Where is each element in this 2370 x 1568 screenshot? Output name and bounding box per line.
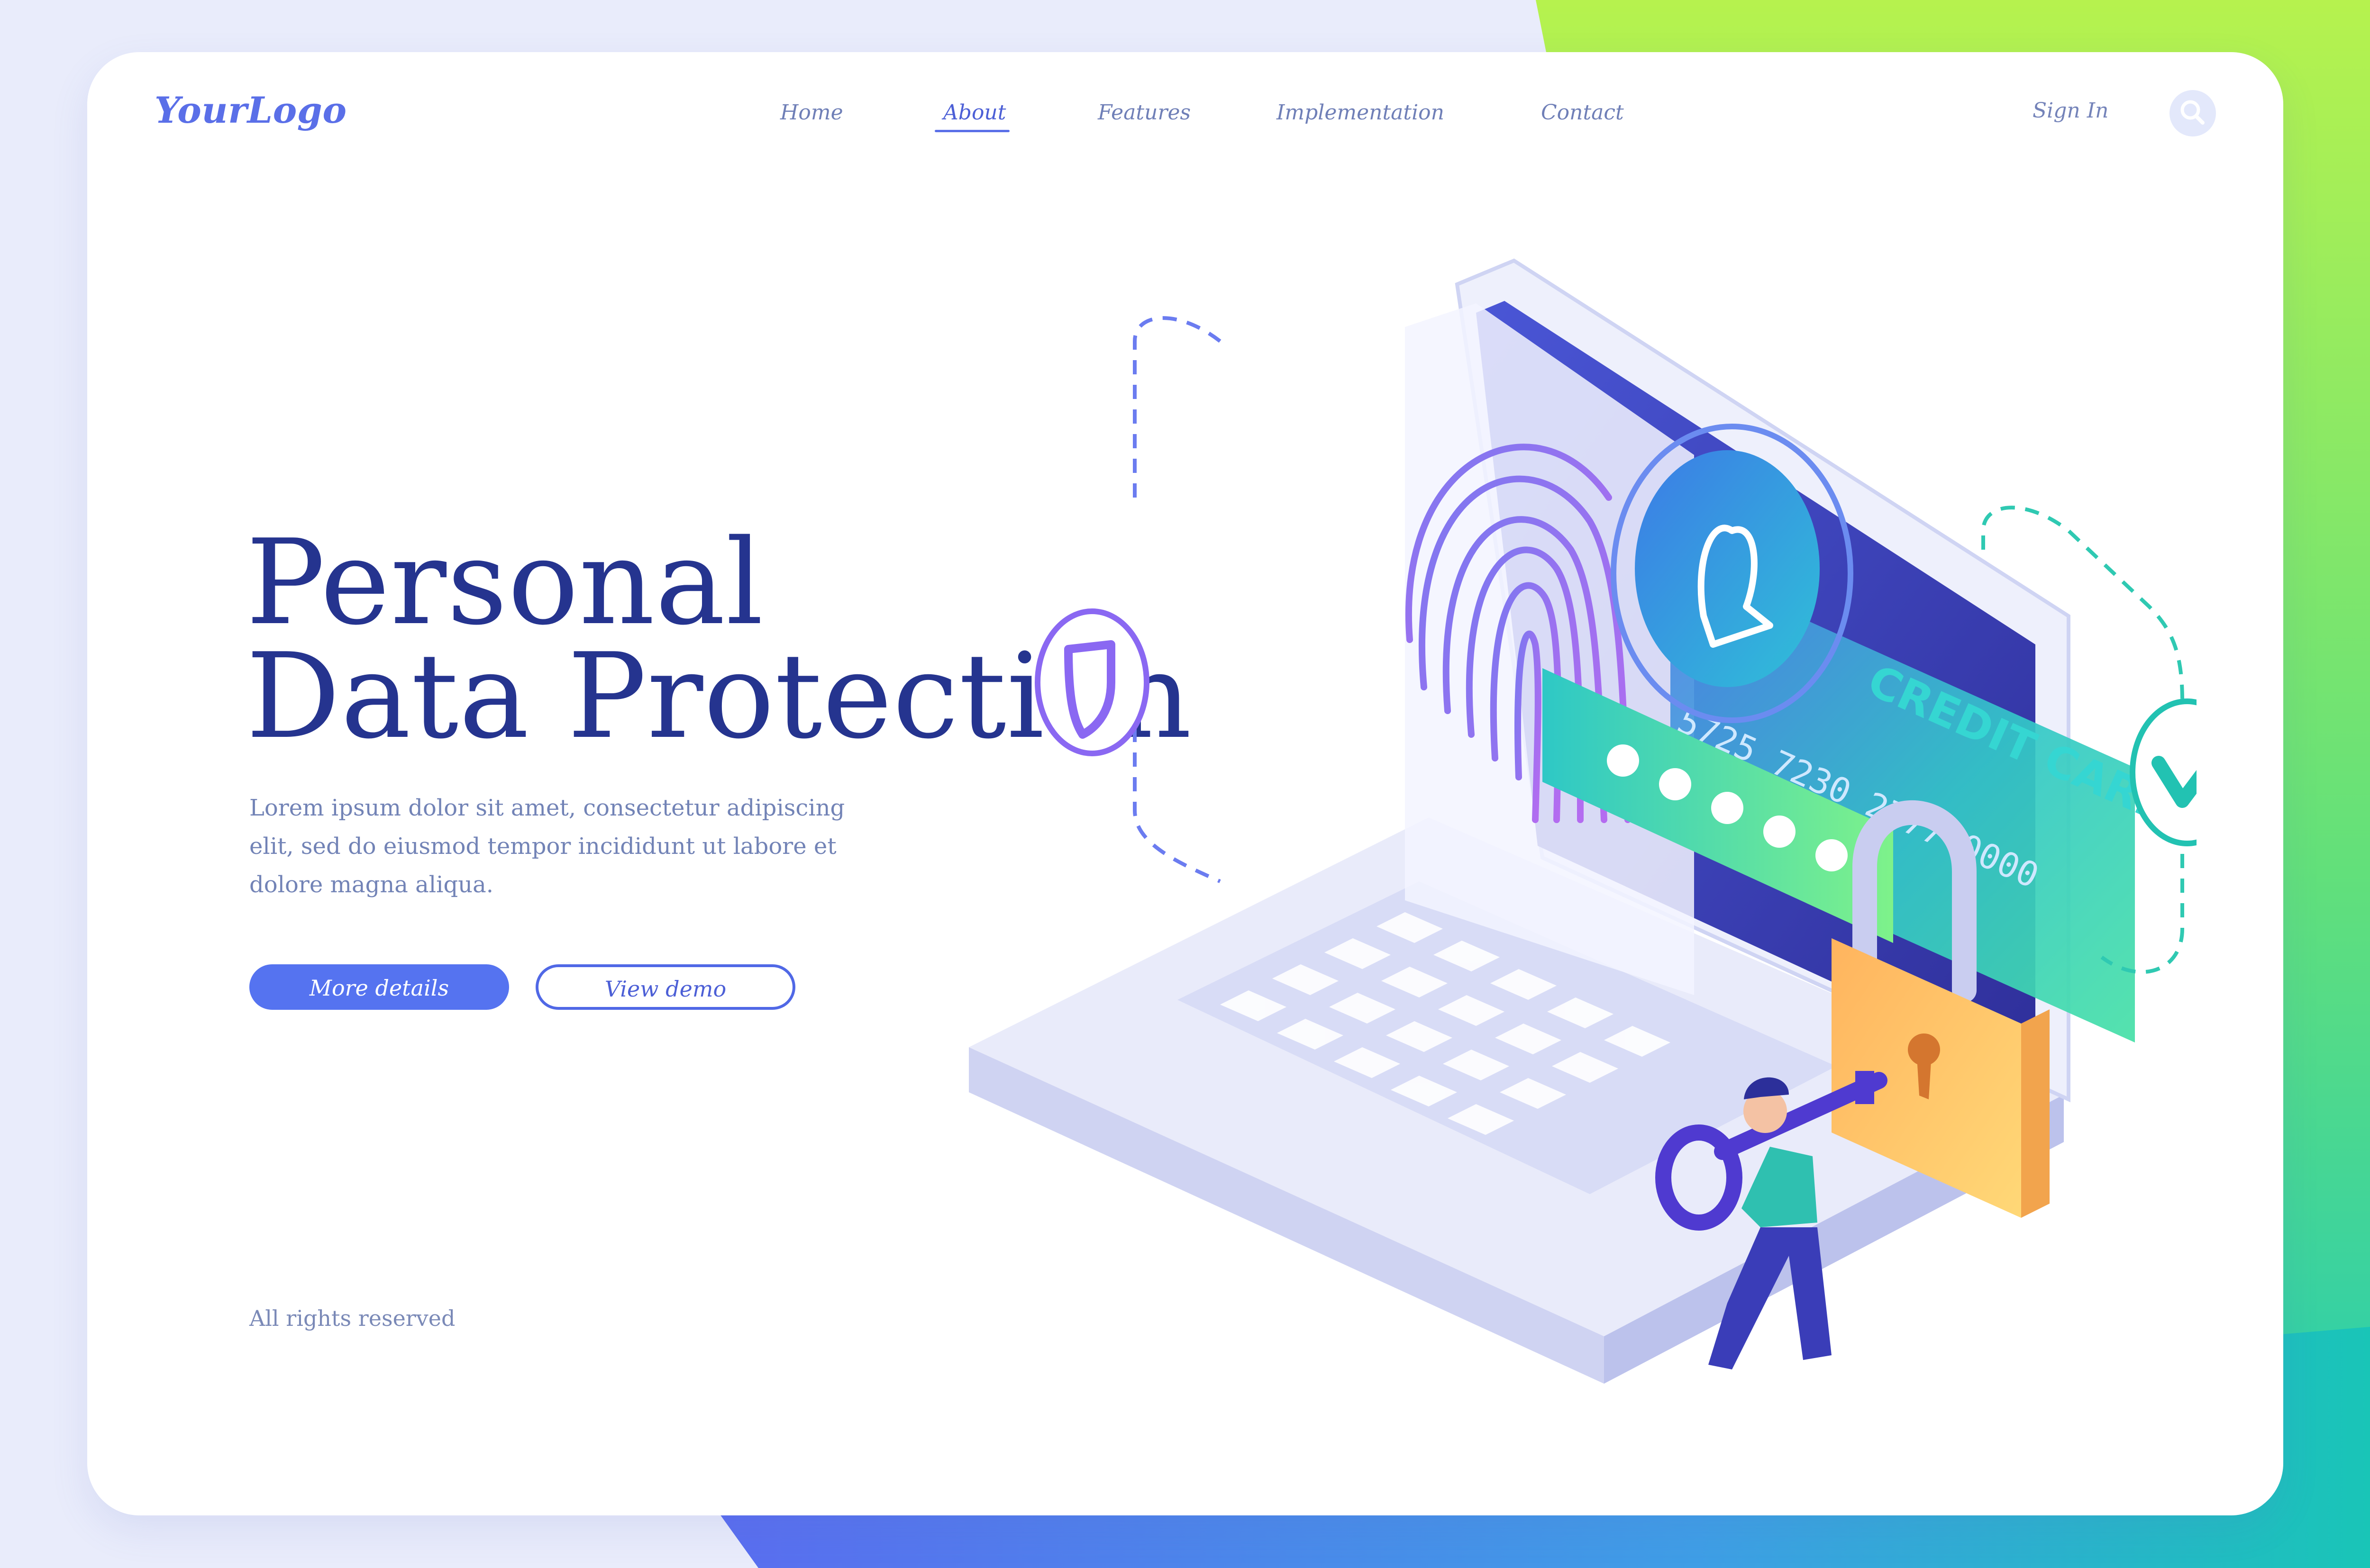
search-button[interactable] <box>2169 90 2216 136</box>
hero-illustration: CREDIT CARD 5725 7230 2777 0000 <box>969 258 2197 1384</box>
logo[interactable]: YourLogo <box>155 89 347 131</box>
nav-contact[interactable]: Contact <box>1541 100 1624 125</box>
shield-icon <box>1035 608 1149 756</box>
hero-description: Lorem ipsum dolor sit amet, consectetur … <box>249 795 845 898</box>
nav-features[interactable]: Features <box>1098 100 1191 125</box>
nav-active-indicator <box>935 130 1010 132</box>
landing-card: YourLogo Home About Features Implementat… <box>87 52 2283 1515</box>
search-icon <box>2180 100 2205 125</box>
more-details-button[interactable]: More details <box>249 964 509 1010</box>
sign-in-link[interactable]: Sign In <box>2033 99 2108 123</box>
copyright-text: All rights reserved <box>249 1305 456 1331</box>
nav-implementation[interactable]: Implementation <box>1276 100 1444 125</box>
user-avatar-icon <box>1611 424 1853 723</box>
view-demo-button[interactable]: View demo <box>536 964 795 1010</box>
nav-about[interactable]: About <box>943 100 1006 125</box>
nav-home[interactable]: Home <box>780 100 843 125</box>
